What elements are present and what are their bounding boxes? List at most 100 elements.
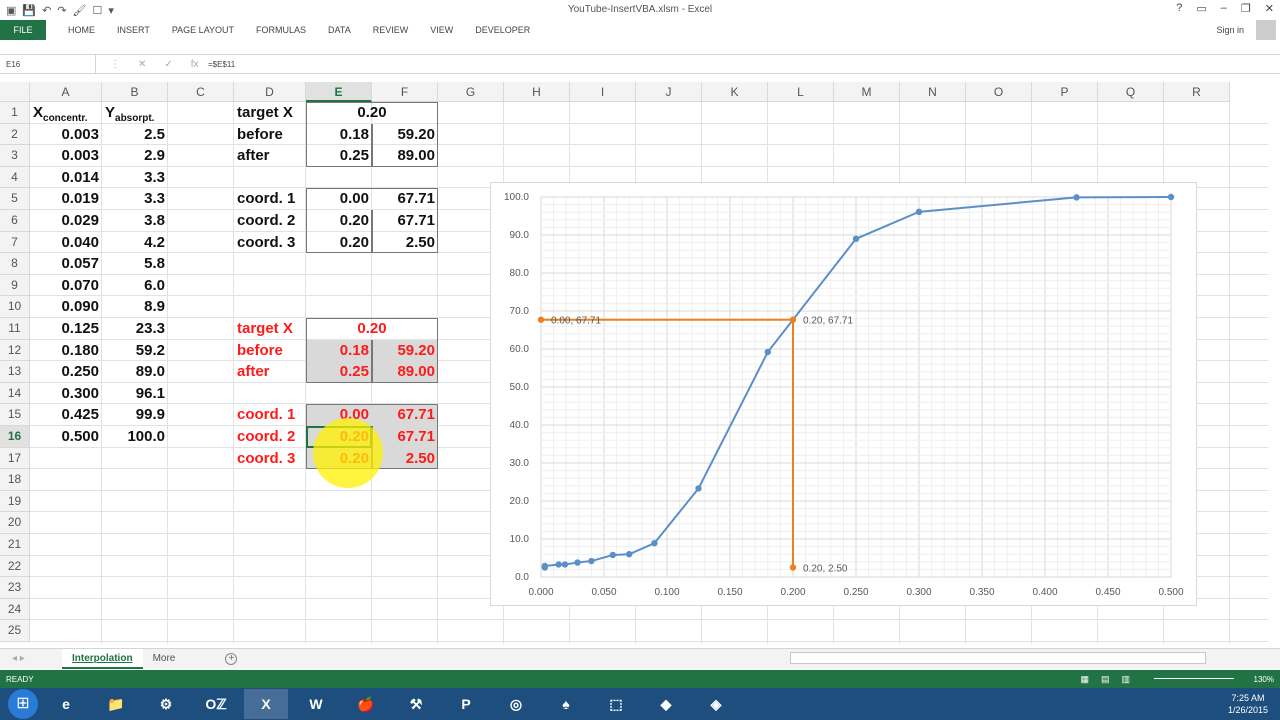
row-header-21[interactable]: 21 — [0, 534, 30, 556]
cell-a4[interactable]: 0.014 — [30, 167, 102, 189]
formula-input[interactable]: =$E$11 — [200, 60, 235, 69]
data-point[interactable] — [789, 564, 797, 571]
cell-b4[interactable]: 3.3 — [102, 167, 168, 189]
tab-file[interactable]: FILE — [0, 20, 46, 40]
data-point[interactable] — [588, 557, 595, 565]
row-header-8[interactable]: 8 — [0, 253, 30, 275]
add-sheet-icon[interactable]: + — [225, 652, 238, 665]
taskbar-powerpoint-icon[interactable]: P — [444, 689, 488, 719]
column-header-p[interactable]: P — [1032, 82, 1098, 102]
row-header-5[interactable]: 5 — [0, 188, 30, 210]
row-header-3[interactable]: 3 — [0, 145, 30, 167]
cell-b12[interactable]: 59.2 — [102, 340, 168, 362]
tab-home[interactable]: HOME — [68, 25, 95, 35]
data-point[interactable] — [609, 551, 617, 559]
cell-d6[interactable]: coord. 2 — [234, 210, 306, 232]
row-header-4[interactable]: 4 — [0, 166, 30, 189]
taskbar-window-icon[interactable]: ⬚ — [594, 689, 638, 719]
row-header-17[interactable]: 17 — [0, 447, 30, 470]
more-icon[interactable]: ⋮ — [110, 59, 120, 70]
cell-e5[interactable]: 0.00 — [306, 188, 372, 210]
cell-e15[interactable]: 0.00 — [306, 404, 372, 426]
cancel-icon[interactable]: ✕ — [138, 59, 146, 70]
taskbar-ie-icon[interactable]: e — [44, 689, 88, 719]
cell-d15[interactable]: coord. 1 — [234, 404, 306, 426]
row-header-25[interactable]: 25 — [0, 620, 30, 642]
cell-a16[interactable]: 0.500 — [30, 426, 102, 448]
taskbar-explorer-icon[interactable]: 📁 — [94, 689, 138, 719]
cell-d16[interactable]: coord. 2 — [234, 426, 306, 448]
row-header-18[interactable]: 18 — [0, 469, 30, 491]
row-header-15[interactable]: 15 — [0, 404, 30, 426]
taskbar-outlook-icon[interactable]: Oℤ — [194, 689, 238, 719]
cell-b5[interactable]: 3.3 — [102, 188, 168, 210]
select-all-corner[interactable] — [0, 82, 30, 102]
cell-b9[interactable]: 6.0 — [102, 275, 168, 297]
row-header-23[interactable]: 23 — [0, 577, 30, 599]
cell-e13[interactable]: 0.25 — [306, 361, 372, 383]
cell-f5[interactable]: 67.71 — [372, 188, 438, 210]
row-header-11[interactable]: 11 — [0, 318, 30, 340]
tab-review[interactable]: REVIEW — [373, 25, 409, 35]
data-point[interactable] — [695, 485, 702, 492]
column-header-b[interactable]: B — [102, 82, 168, 102]
data-point[interactable] — [1073, 194, 1080, 201]
column-header-g[interactable]: G — [438, 82, 504, 102]
row-header-22[interactable]: 22 — [0, 555, 30, 578]
column-header-k[interactable]: K — [702, 82, 768, 102]
cell-d13[interactable]: after — [234, 361, 306, 383]
column-header-o[interactable]: O — [966, 82, 1032, 102]
row-header-12[interactable]: 12 — [0, 339, 30, 362]
cell-f12[interactable]: 59.20 — [372, 339, 438, 362]
cell-a7[interactable]: 0.040 — [30, 232, 102, 254]
column-header-f[interactable]: F — [372, 82, 438, 102]
tab-data[interactable]: DATA — [328, 25, 351, 35]
scatter-chart[interactable]: 0.000 0.050 0.100 0.150 0.200 0.250 0.300 0.350… — [490, 182, 1197, 606]
taskbar-tools-icon[interactable]: ⚒ — [394, 689, 438, 719]
column-header-q[interactable]: Q — [1098, 82, 1164, 102]
row-header-1[interactable]: 1 — [0, 102, 30, 124]
cell-a14[interactable]: 0.300 — [30, 383, 102, 405]
column-header-i[interactable]: I — [570, 82, 636, 102]
cell-e7[interactable]: 0.20 — [306, 232, 372, 254]
name-box[interactable]: E16 — [0, 55, 96, 73]
data-point[interactable] — [915, 208, 923, 216]
normal-view-icon[interactable]: ▦ — [1080, 674, 1089, 685]
cell-a3[interactable]: 0.003 — [30, 145, 102, 167]
column-header-a[interactable]: A — [30, 82, 102, 102]
cell-a1-x-header[interactable]: Xconcentr. — [30, 102, 102, 124]
cell-a15[interactable]: 0.425 — [30, 404, 102, 426]
taskbar-solitaire-icon[interactable]: ♠ — [544, 689, 588, 719]
taskbar-misc-icon[interactable]: ◈ — [694, 689, 738, 719]
row-header-14[interactable]: 14 — [0, 382, 30, 405]
data-point[interactable] — [789, 316, 797, 323]
taskbar-chrome-icon[interactable]: ◎ — [494, 689, 538, 719]
insert-function-icon[interactable]: fx — [191, 59, 199, 70]
taskbar-clock[interactable]: 7:25 AM 1/26/2015 — [1228, 692, 1268, 716]
taskbar-game-icon[interactable]: ◆ — [644, 689, 688, 719]
cell-e3[interactable]: 0.25 — [306, 145, 372, 167]
data-point[interactable] — [852, 235, 860, 242]
minimize-icon[interactable]: – — [1221, 2, 1227, 15]
restore-icon[interactable]: ❐ — [1241, 2, 1251, 15]
sheet-nav-arrows[interactable]: ◂ ▸ — [12, 653, 62, 664]
row-header-2[interactable]: 2 — [0, 123, 30, 146]
page-break-view-icon[interactable]: ▥ — [1121, 674, 1130, 685]
cell-b2[interactable]: 2.5 — [102, 124, 168, 146]
data-point[interactable] — [626, 551, 633, 558]
sheet-tab-interpolation[interactable]: Interpolation — [62, 648, 143, 669]
tab-developer[interactable]: DEVELOPER — [475, 25, 530, 35]
data-point[interactable] — [651, 539, 658, 547]
row-header-9[interactable]: 9 — [0, 274, 30, 297]
cell-b14[interactable]: 96.1 — [102, 383, 168, 405]
close-icon[interactable]: ✕ — [1265, 2, 1274, 15]
cell-d12[interactable]: before — [234, 340, 306, 362]
row-header-20[interactable]: 20 — [0, 512, 30, 534]
data-point[interactable] — [574, 559, 581, 566]
tab-formulas[interactable]: FORMULAS — [256, 25, 306, 35]
row-header-13[interactable]: 13 — [0, 361, 30, 383]
column-header-h[interactable]: H — [504, 82, 570, 102]
start-button-icon[interactable]: ⊞ — [8, 689, 38, 719]
cell-a8[interactable]: 0.057 — [30, 253, 102, 275]
cell-e6[interactable]: 0.20 — [306, 210, 372, 232]
